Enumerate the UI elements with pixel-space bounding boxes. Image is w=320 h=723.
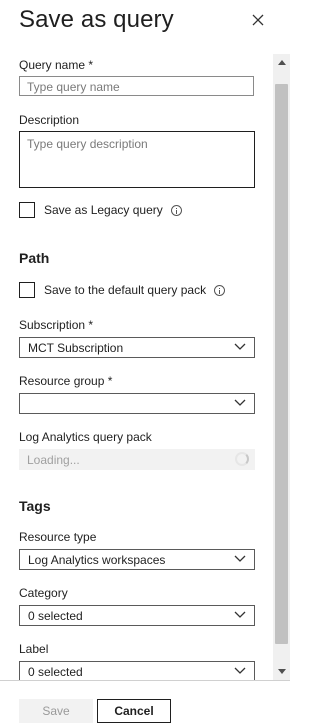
default-pack-checkbox-label: Save to the default query pack: [44, 283, 207, 297]
tags-section-heading: Tags: [19, 498, 51, 514]
query-pack-select: Loading...: [19, 449, 255, 470]
subscription-label: Subscription *: [19, 318, 94, 332]
query-pack-value: Loading...: [27, 453, 80, 467]
vertical-scrollbar[interactable]: [273, 54, 290, 680]
scrollbar-thumb[interactable]: [275, 84, 288, 644]
chevron-down-icon: [234, 399, 246, 406]
panel-title: Save as query: [19, 6, 174, 33]
save-button[interactable]: Save: [19, 699, 93, 723]
path-section-heading: Path: [19, 250, 50, 266]
info-icon[interactable]: [214, 284, 226, 296]
query-name-input[interactable]: Type query name: [19, 76, 254, 96]
chevron-down-icon: [234, 343, 246, 350]
cancel-button[interactable]: Cancel: [97, 699, 171, 723]
legacy-query-checkbox-box[interactable]: [19, 202, 35, 218]
chevron-down-icon: [234, 611, 246, 618]
label-value: 0 selected: [28, 665, 83, 679]
resource-group-select[interactable]: [19, 393, 255, 414]
default-pack-checkbox[interactable]: Save to the default query pack: [19, 282, 226, 298]
subscription-value: MCT Subscription: [28, 341, 124, 355]
resource-group-label: Resource group *: [19, 374, 113, 388]
save-as-query-panel: Save as query Query name * Type query na…: [0, 0, 290, 723]
close-icon[interactable]: [248, 10, 268, 30]
default-pack-checkbox-box[interactable]: [19, 282, 35, 298]
description-textarea[interactable]: Type query description: [19, 131, 255, 188]
legacy-query-checkbox[interactable]: Save as Legacy query: [19, 202, 182, 218]
info-icon[interactable]: [170, 204, 182, 216]
query-pack-label: Log Analytics query pack: [19, 430, 152, 444]
description-placeholder: Type query description: [27, 137, 148, 151]
chevron-down-icon: [234, 667, 246, 674]
description-label: Description: [19, 113, 80, 127]
panel-footer: Save Cancel: [0, 680, 290, 723]
loading-spinner-icon: [235, 452, 249, 466]
chevron-down-icon: [234, 555, 246, 562]
scroll-down-arrow-icon[interactable]: [273, 664, 290, 680]
subscription-select[interactable]: MCT Subscription: [19, 337, 255, 358]
resource-type-value: Log Analytics workspaces: [28, 553, 166, 567]
category-label: Category: [19, 586, 68, 600]
form-scroll-area[interactable]: Query name * Type query name Description…: [0, 54, 290, 680]
query-name-placeholder: Type query name: [27, 80, 120, 94]
category-value: 0 selected: [28, 609, 83, 623]
category-select[interactable]: 0 selected: [19, 605, 255, 626]
resource-type-label: Resource type: [19, 530, 97, 544]
label-label: Label: [19, 642, 49, 656]
legacy-query-checkbox-label: Save as Legacy query: [44, 203, 163, 217]
scroll-up-arrow-icon[interactable]: [273, 54, 290, 70]
query-name-label: Query name *: [19, 58, 94, 72]
label-select[interactable]: 0 selected: [19, 661, 255, 680]
resource-type-select[interactable]: Log Analytics workspaces: [19, 549, 255, 570]
